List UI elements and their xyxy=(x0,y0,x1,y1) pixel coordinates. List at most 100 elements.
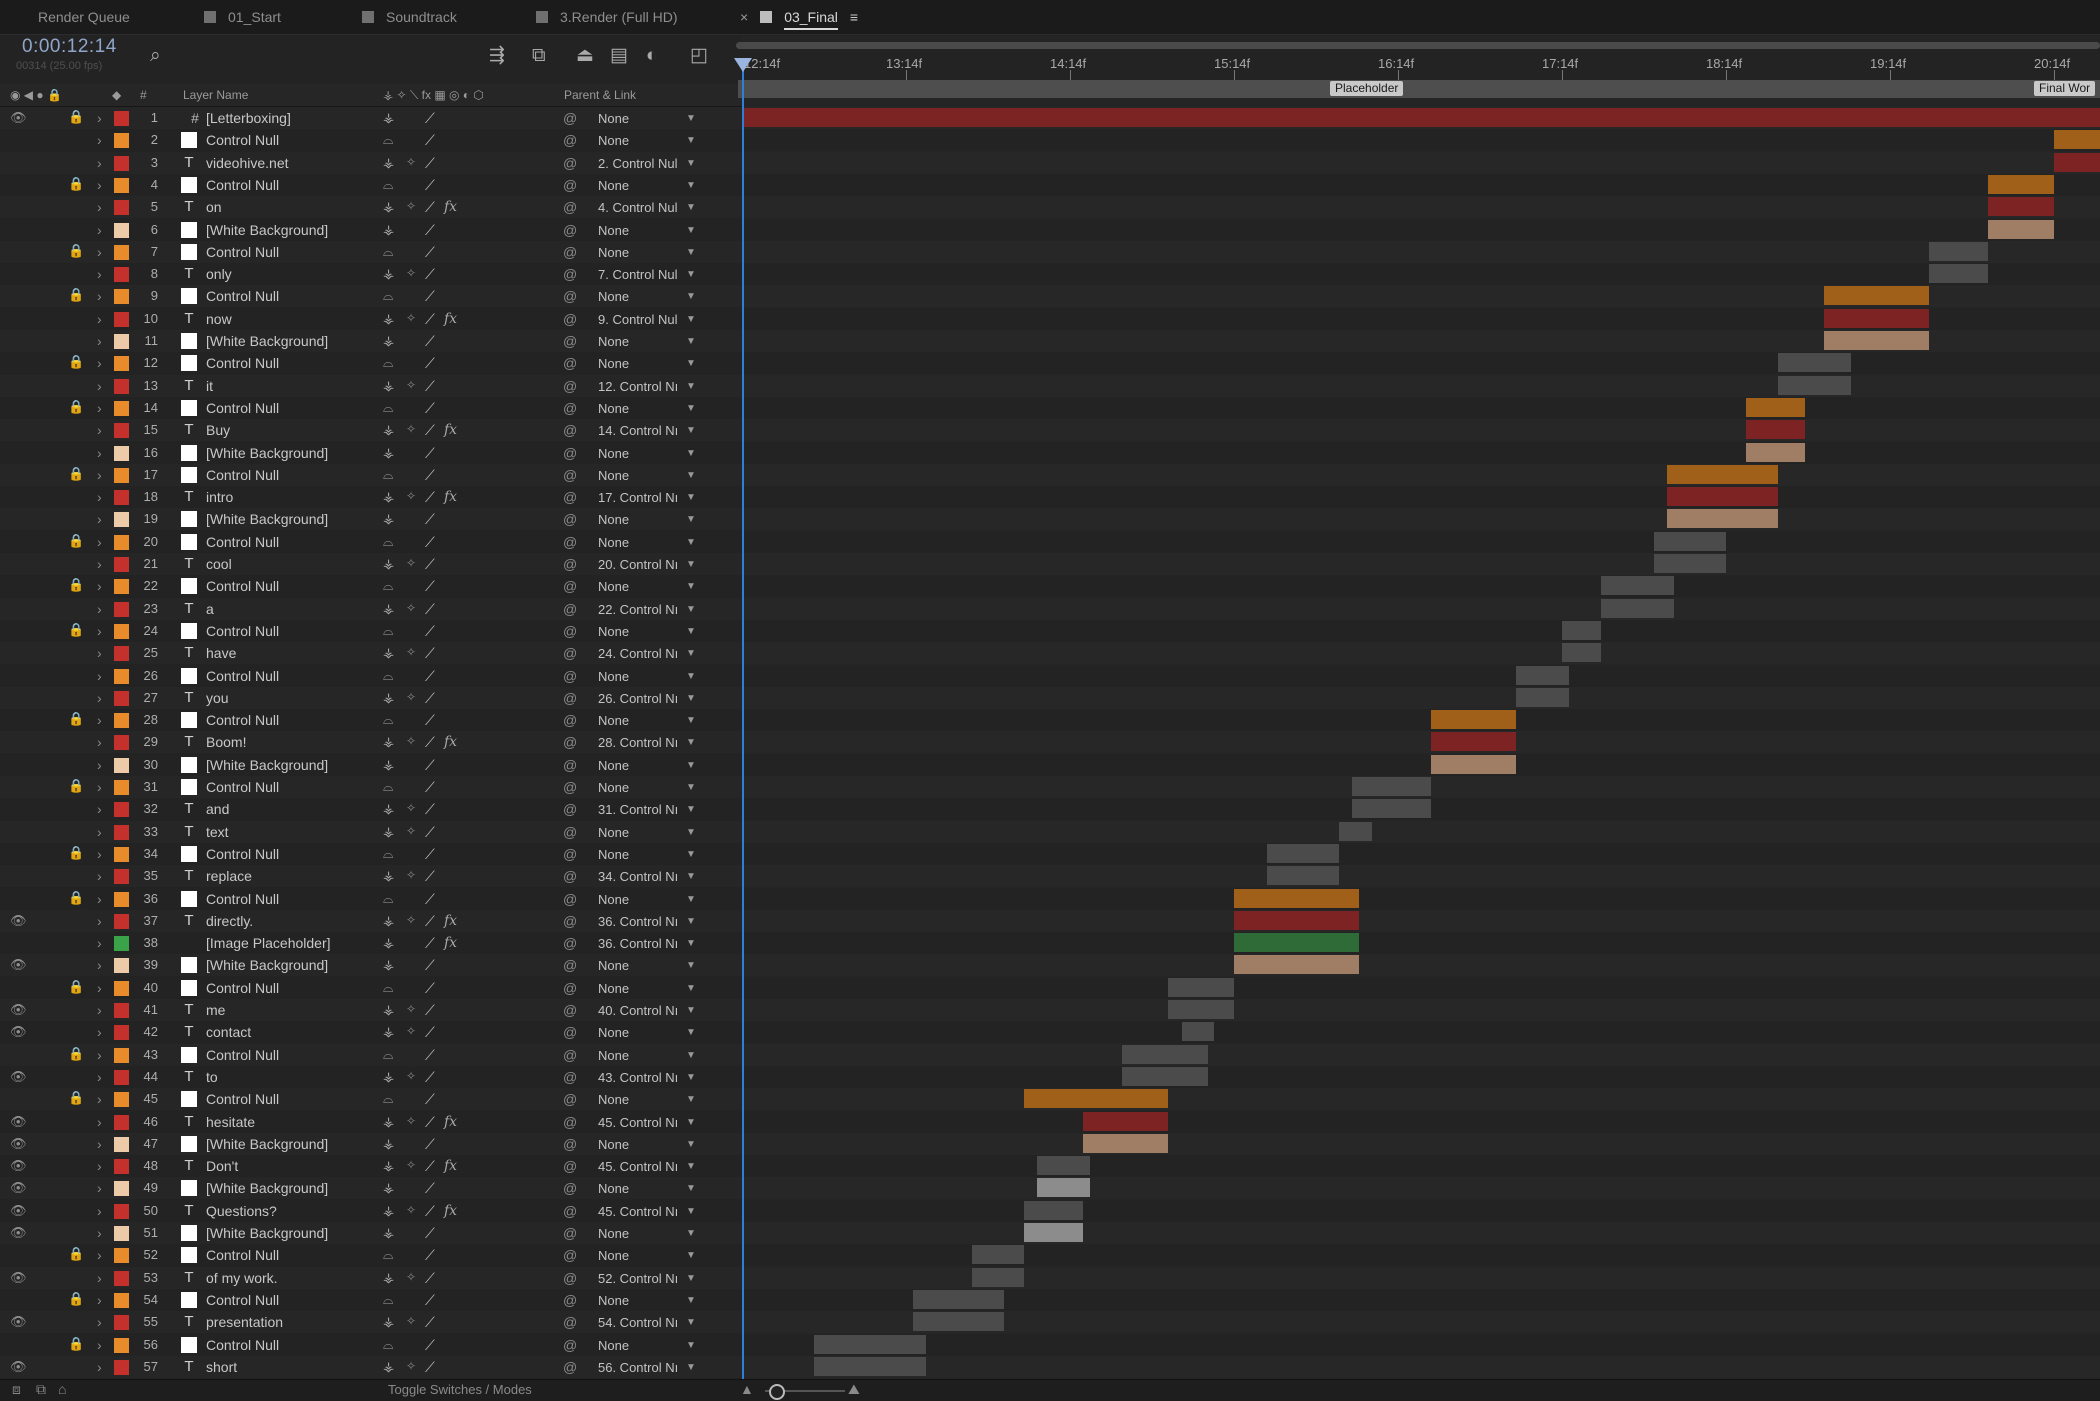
collapse-switch-icon[interactable]: ✧ xyxy=(406,1114,416,1128)
lock-icon[interactable]: 🔒 xyxy=(68,1046,84,1062)
layer-row[interactable]: 🔒 › 36 Control Null ⌓ ⟋ @ None ▼ xyxy=(0,887,742,910)
layer-row[interactable]: 👁 › 50 T Questions? ⚶ ✧ ⟋ fx @45. Control Nı ▼ xyxy=(0,1199,742,1222)
chevron-down-icon[interactable]: ▼ xyxy=(686,1027,696,1038)
layer-duration-bar[interactable] xyxy=(2054,152,2100,172)
chevron-down-icon[interactable]: ▼ xyxy=(686,1139,696,1150)
visibility-eye-icon[interactable]: 👁 xyxy=(10,1270,27,1286)
layer-name[interactable]: [White Background] xyxy=(206,333,328,349)
layer-row[interactable]: 🔒 › 7 Control Null ⌓ ⟋ @ None ▼ xyxy=(0,240,742,263)
fx-switch-icon[interactable]: fx xyxy=(444,1158,457,1174)
layer-row[interactable]: › 15 T Buy ⚶ ✧ ⟋ fx @14. Control Nı ▼ xyxy=(0,419,742,442)
parent-select[interactable]: None xyxy=(598,1293,629,1308)
chevron-down-icon[interactable]: ▼ xyxy=(686,470,696,481)
quality-switch-icon[interactable]: ⟋ xyxy=(425,311,435,328)
layer-name[interactable]: Control Null xyxy=(206,177,279,193)
expand-chevron-icon[interactable]: › xyxy=(97,1047,102,1063)
label-color-swatch[interactable] xyxy=(114,824,129,840)
layer-name[interactable]: and xyxy=(206,801,229,817)
expand-chevron-icon[interactable]: › xyxy=(97,712,102,728)
layer-row[interactable]: › 32 Tand ⚶ ✧ ⟋ @31. Control Nı ▼ xyxy=(0,798,742,821)
label-color-swatch[interactable] xyxy=(114,1136,129,1152)
layer-duration-bar[interactable] xyxy=(971,1245,1025,1265)
chevron-down-icon[interactable]: ▼ xyxy=(686,1228,696,1239)
parent-select[interactable]: None xyxy=(598,178,629,193)
label-color-swatch[interactable] xyxy=(114,512,129,528)
quality-switch-icon[interactable]: ⟋ xyxy=(425,155,435,172)
pickwhip-icon[interactable]: @ xyxy=(563,556,577,572)
collapse-switch-icon[interactable]: ✧ xyxy=(406,1359,416,1373)
layer-row[interactable]: 👁 › 49 [White Background] ⚶ ⟋ @ None ▼ xyxy=(0,1177,742,1200)
layer-row[interactable]: 🔒 › 52 Control Null ⌓ ⟋ @ None ▼ xyxy=(0,1244,742,1267)
lock-icon[interactable]: 🔒 xyxy=(68,1291,84,1307)
shy-switch-icon[interactable]: ⌓ xyxy=(383,400,393,416)
expand-chevron-icon[interactable]: › xyxy=(97,177,102,193)
lock-icon[interactable]: 🔒 xyxy=(68,577,84,593)
layer-duration-bar[interactable] xyxy=(1234,933,1359,953)
expand-chevron-icon[interactable]: › xyxy=(97,1114,102,1130)
layer-name[interactable]: directly. xyxy=(206,913,253,929)
quality-switch-icon[interactable]: ⟋ xyxy=(425,1002,435,1019)
pickwhip-icon[interactable]: @ xyxy=(563,110,577,126)
time-navigator[interactable] xyxy=(736,42,2100,49)
visibility-eye-icon[interactable]: 👁 xyxy=(10,1069,27,1085)
pickwhip-icon[interactable]: @ xyxy=(563,534,577,550)
shy-switch-icon[interactable]: ⚶ xyxy=(383,868,394,884)
layer-row[interactable]: › 13 Tit ⚶ ✧ ⟋ @12. Control Nı ▼ xyxy=(0,374,742,397)
lock-icon[interactable]: 🔒 xyxy=(68,1090,84,1106)
collapse-switch-icon[interactable]: ✧ xyxy=(406,868,416,882)
shy-switch-icon[interactable]: ⚶ xyxy=(383,1314,394,1330)
layer-name[interactable]: Control Null xyxy=(206,132,279,148)
chevron-down-icon[interactable]: ▼ xyxy=(686,1005,696,1016)
chevron-down-icon[interactable]: ▼ xyxy=(686,225,696,236)
parent-select[interactable]: None xyxy=(598,1226,629,1241)
pickwhip-icon[interactable]: @ xyxy=(563,712,577,728)
layer-row[interactable]: › 38 [Image Placeholder] ⚶ ⟋ fx @36. Control N… xyxy=(0,932,742,955)
collapse-switch-icon[interactable]: ✧ xyxy=(406,1270,416,1284)
layer-row[interactable]: › 18 Tintro ⚶ ✧ ⟋ fx @17. Control Nı ▼ xyxy=(0,486,742,509)
layer-duration-bar[interactable] xyxy=(1352,799,1431,819)
visibility-eye-icon[interactable]: 👁 xyxy=(10,1136,27,1152)
layer-duration-bar[interactable] xyxy=(1266,843,1339,863)
parent-select[interactable]: None xyxy=(598,1048,629,1063)
quality-switch-icon[interactable]: ⟋ xyxy=(425,1203,435,1220)
layer-duration-bar[interactable] xyxy=(1430,732,1517,752)
parent-select[interactable]: 2. Control Nul xyxy=(598,156,677,171)
label-color-swatch[interactable] xyxy=(114,1159,129,1175)
quality-switch-icon[interactable]: ⟋ xyxy=(425,378,435,395)
label-color-swatch[interactable] xyxy=(114,133,129,149)
collapse-switch-icon[interactable]: ✧ xyxy=(406,378,416,392)
shy-switch-icon[interactable]: ⌓ xyxy=(383,1091,393,1107)
expand-chevron-icon[interactable]: › xyxy=(97,467,102,483)
parent-select[interactable]: 43. Control Nı xyxy=(598,1070,678,1085)
label-color-swatch[interactable] xyxy=(114,400,129,416)
layer-name[interactable]: Control Null xyxy=(206,712,279,728)
layer-name[interactable]: [White Background] xyxy=(206,1225,328,1241)
layer-row[interactable]: 🔒 › 43 Control Null ⌓ ⟋ @ None ▼ xyxy=(0,1043,742,1066)
label-color-swatch[interactable] xyxy=(114,713,129,729)
expand-chevron-icon[interactable]: › xyxy=(97,222,102,238)
label-color-swatch[interactable] xyxy=(114,1181,129,1197)
expand-chevron-icon[interactable]: › xyxy=(97,891,102,907)
parent-select[interactable]: None xyxy=(598,223,629,238)
expand-chevron-icon[interactable]: › xyxy=(97,757,102,773)
pickwhip-icon[interactable]: @ xyxy=(563,1247,577,1263)
quality-switch-icon[interactable]: ⟋ xyxy=(425,266,435,283)
collapse-switch-icon[interactable]: ✧ xyxy=(406,422,416,436)
chevron-down-icon[interactable]: ▼ xyxy=(686,269,696,280)
label-color-swatch[interactable] xyxy=(114,1069,129,1085)
layer-row[interactable]: 👁 › 42 Tcontact ⚶ ✧ ⟋ @ None ▼ xyxy=(0,1021,742,1044)
layer-name[interactable]: [White Background] xyxy=(206,757,328,773)
chevron-down-icon[interactable]: ▼ xyxy=(686,871,696,882)
expand-chevron-icon[interactable]: › xyxy=(97,935,102,951)
pickwhip-icon[interactable]: @ xyxy=(563,868,577,884)
shy-switch-icon[interactable]: ⚶ xyxy=(383,1359,394,1375)
layer-row[interactable]: › 16 [White Background] ⚶ ⟋ @ None ▼ xyxy=(0,441,742,464)
layer-duration-bar[interactable] xyxy=(1352,777,1431,796)
layer-duration-bar[interactable] xyxy=(1562,620,1602,640)
parent-select[interactable]: None xyxy=(598,133,629,148)
lock-icon[interactable]: 🔒 xyxy=(68,845,84,861)
shy-switch-icon[interactable]: ⚶ xyxy=(383,1114,394,1130)
collapse-switch-icon[interactable]: ✧ xyxy=(406,801,416,815)
parent-select[interactable]: 36. Control Nı xyxy=(598,914,678,929)
expand-chevron-icon[interactable]: › xyxy=(97,1069,102,1085)
